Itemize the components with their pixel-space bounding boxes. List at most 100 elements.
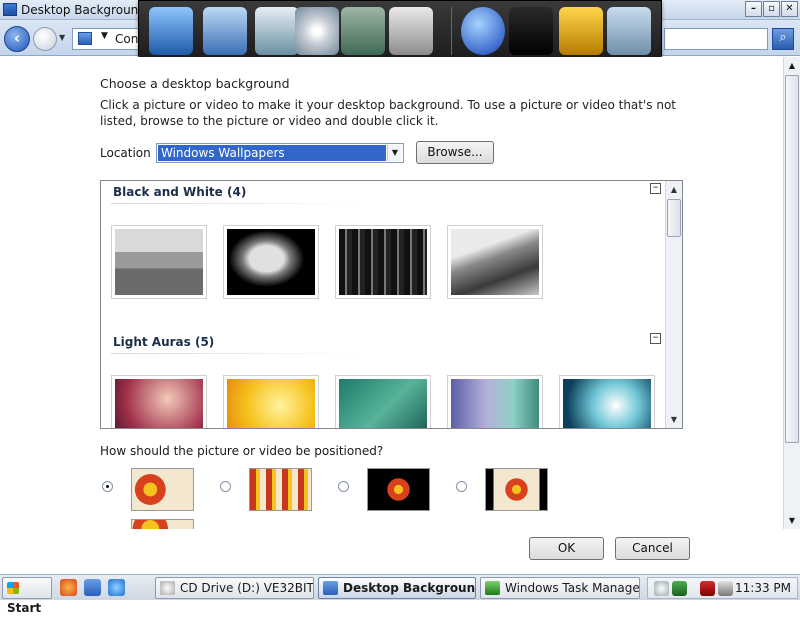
chevron-down-icon[interactable]: ▼ <box>101 31 108 41</box>
wallpaper-image <box>339 229 427 295</box>
photos-icon[interactable] <box>341 7 385 55</box>
wallpaper-thumbnail[interactable] <box>111 375 207 428</box>
window-controls: – ▫ ✕ <box>745 1 798 17</box>
volume-muted-icon[interactable] <box>718 581 733 596</box>
monitor-icon[interactable] <box>149 7 193 55</box>
wallpaper-thumbnail[interactable] <box>447 225 543 299</box>
internet-explorer-icon[interactable] <box>108 579 125 596</box>
taskbar-item-label: CD Drive (D:) VE32BITSP1 <box>180 581 314 595</box>
wallpaper-image <box>115 229 203 295</box>
scroll-down-icon[interactable]: ▼ <box>784 513 800 528</box>
position-radio-tile[interactable] <box>220 481 231 492</box>
location-label: Location <box>100 146 151 160</box>
taskbar-item-desktop-background[interactable]: Desktop Background <box>318 577 476 599</box>
windows-logo-icon <box>7 582 19 594</box>
firefox-icon[interactable] <box>60 579 77 596</box>
app-icon <box>3 3 17 16</box>
task-manager-icon <box>485 581 500 595</box>
position-fill-preview[interactable] <box>131 468 194 511</box>
position-fit-preview[interactable] <box>485 468 548 511</box>
tools-icon[interactable] <box>389 7 433 55</box>
gallery-scrollbar[interactable]: ▲ ▼ <box>665 181 682 428</box>
show-desktop-icon[interactable] <box>84 579 101 596</box>
taskbar-item-cd-drive[interactable]: CD Drive (D:) VE32BITSP1 <box>155 577 314 599</box>
network-disconnected-icon[interactable] <box>700 581 715 596</box>
wallpaper-thumbnail[interactable] <box>111 225 207 299</box>
network-globe-icon[interactable] <box>461 7 505 55</box>
repair-tools-icon[interactable] <box>559 7 603 55</box>
taskbar-item-label: Desktop Background <box>343 581 476 595</box>
collapse-group-button[interactable]: – <box>650 181 661 194</box>
position-radio-fit[interactable] <box>456 481 467 492</box>
search-input[interactable] <box>664 28 768 50</box>
computer-icon[interactable] <box>203 7 247 55</box>
cancel-button[interactable]: Cancel <box>615 537 690 560</box>
window-title: Desktop Background <box>21 3 146 17</box>
wallpaper-image <box>451 229 539 295</box>
scroll-down-icon[interactable]: ▼ <box>666 412 682 427</box>
scroll-thumb[interactable] <box>667 199 681 237</box>
tray-icon[interactable] <box>672 581 687 596</box>
wallpaper-image <box>563 379 651 428</box>
tray-icon[interactable] <box>654 581 669 596</box>
position-question: How should the picture or video be posit… <box>100 444 384 458</box>
group-title-light-auras: Light Auras (5) <box>113 335 215 349</box>
position-radio-center[interactable] <box>338 481 349 492</box>
wallpaper-image <box>451 379 539 428</box>
wallpaper-thumbnail[interactable] <box>223 225 319 299</box>
wallpaper-thumbnail[interactable] <box>447 375 543 428</box>
page-title: Choose a desktop background <box>100 76 290 91</box>
ok-button[interactable]: OK <box>529 537 604 560</box>
taskbar-item-task-manager[interactable]: Windows Task Manager <box>480 577 640 599</box>
forward-button[interactable] <box>33 27 57 51</box>
scroll-up-icon[interactable]: ▲ <box>666 182 682 197</box>
wallpaper-image <box>227 379 315 428</box>
maximize-button[interactable]: ▫ <box>763 1 780 17</box>
control-panel-icon <box>78 32 92 45</box>
documents-icon[interactable] <box>255 7 299 55</box>
group-divider <box>111 203 361 204</box>
wallpaper-thumbnail[interactable] <box>223 375 319 428</box>
minimize-button[interactable]: – <box>745 1 762 17</box>
search-icon: ⌕ <box>779 30 787 45</box>
tshirt-icon[interactable] <box>509 7 553 55</box>
location-select[interactable]: Windows Wallpapers ▼ <box>156 143 404 163</box>
taskbar-item-label: Windows Task Manager <box>505 581 640 595</box>
position-radio-fill[interactable] <box>102 481 113 492</box>
wallpaper-thumbnail[interactable] <box>335 225 431 299</box>
collapse-group-button[interactable]: – <box>650 331 661 344</box>
history-dropdown-icon[interactable]: ▼ <box>59 33 65 42</box>
wallpaper-image <box>227 229 315 295</box>
address-field[interactable]: ▼ Cont <box>72 28 147 50</box>
dock-launcher <box>138 0 662 62</box>
position-stretch-preview[interactable] <box>131 519 194 529</box>
group-title-black-and-white: Black and White (4) <box>113 185 247 199</box>
back-arrow-icon: ‹ <box>13 29 21 47</box>
chevron-down-icon[interactable]: ▼ <box>387 145 402 161</box>
window-scrollbar[interactable]: ▲ ▼ <box>783 57 800 529</box>
position-center-preview[interactable] <box>367 468 430 511</box>
browse-button[interactable]: Browse... <box>416 141 494 164</box>
clock[interactable]: 11:33 PM <box>735 581 791 595</box>
close-button[interactable]: ✕ <box>781 1 798 17</box>
taskbar: Start CD Drive (D:) VE32BITSP1 Desktop B… <box>0 574 800 615</box>
position-tile-preview[interactable] <box>249 468 312 511</box>
recycle-bin-icon[interactable] <box>607 7 651 55</box>
desktop-background-icon <box>323 581 338 595</box>
wallpaper-thumbnail[interactable] <box>335 375 431 428</box>
scroll-up-icon[interactable]: ▲ <box>784 58 800 73</box>
main-content: Choose a desktop background Click a pict… <box>0 57 783 574</box>
back-button[interactable]: ‹ <box>4 26 30 52</box>
dock-separator <box>451 7 452 55</box>
wallpaper-thumbnail[interactable] <box>559 375 655 428</box>
wallpaper-gallery: Black and White (4) – Light Auras (5) – <box>100 180 683 429</box>
scroll-thumb[interactable] <box>785 75 799 443</box>
start-label: Start <box>7 601 42 615</box>
cd-drive-icon <box>160 581 175 595</box>
start-button[interactable]: Start <box>2 577 52 615</box>
dvd-icon[interactable] <box>295 7 339 55</box>
wallpaper-image <box>339 379 427 428</box>
wallpaper-image <box>115 379 203 428</box>
group-divider <box>111 353 361 354</box>
search-button[interactable]: ⌕ <box>772 28 794 50</box>
